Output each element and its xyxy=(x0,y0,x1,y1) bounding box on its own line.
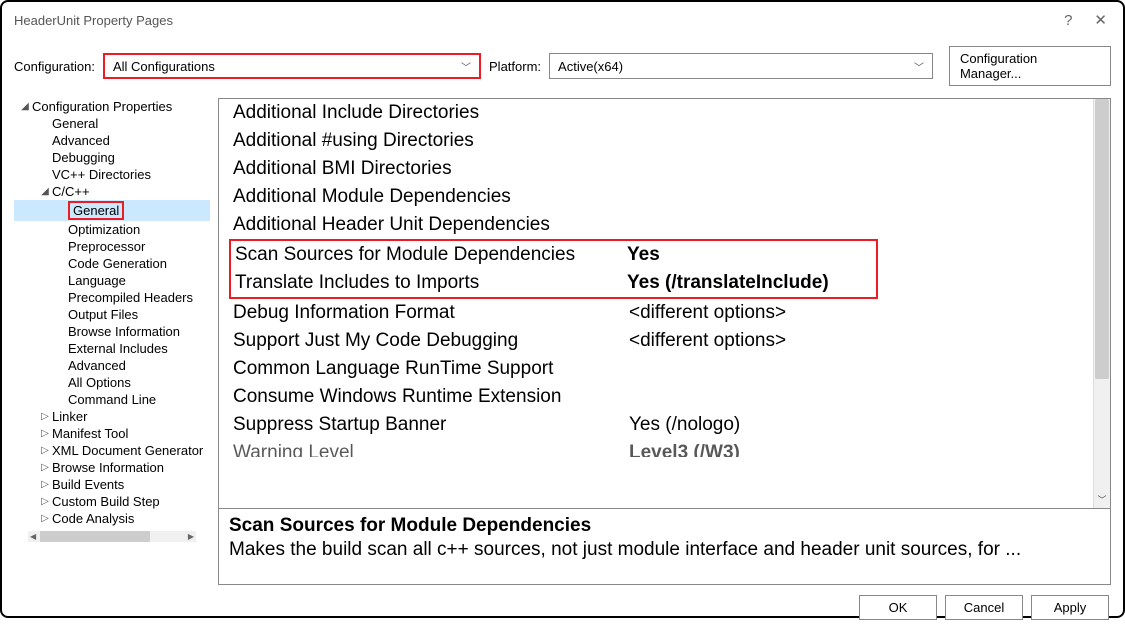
platform-dropdown[interactable]: Active(x64) ﹀ xyxy=(549,53,933,79)
description-title: Scan Sources for Module Dependencies xyxy=(229,515,1100,537)
caret-right-icon: ▷ xyxy=(38,462,52,473)
tree-ccpp-advanced[interactable]: Advanced xyxy=(14,357,210,374)
tree-ccpp-language[interactable]: Language xyxy=(14,272,210,289)
grid-row[interactable]: Suppress Startup BannerYes (/nologo) xyxy=(219,411,1110,439)
tree-ccpp-external[interactable]: External Includes xyxy=(14,340,210,357)
tree-buildevents[interactable]: ▷Build Events xyxy=(14,476,210,493)
tree-ccpp-output[interactable]: Output Files xyxy=(14,306,210,323)
highlighted-rows: Scan Sources for Module DependenciesYes … xyxy=(229,239,878,299)
tree-codeanalysis[interactable]: ▷Code Analysis xyxy=(14,510,210,527)
tree-browseinfo[interactable]: ▷Browse Information xyxy=(14,459,210,476)
scroll-right-icon[interactable]: ▶ xyxy=(186,532,196,541)
grid-row[interactable]: Additional #using Directories xyxy=(219,127,1110,155)
grid-vertical-scrollbar[interactable]: ﹀ xyxy=(1093,99,1110,508)
grid-row[interactable]: Additional Header Unit Dependencies xyxy=(219,211,1110,239)
tree-horizontal-scrollbar[interactable]: ◀ ▶ xyxy=(28,531,196,542)
scroll-down-icon[interactable]: ﹀ xyxy=(1094,491,1110,508)
tree-ccpp[interactable]: ◢C/C++ xyxy=(14,183,210,200)
grid-row[interactable]: Additional Module Dependencies xyxy=(219,183,1110,211)
grid-row[interactable]: Debug Information Format<different optio… xyxy=(219,299,1110,327)
close-icon[interactable]: ✕ xyxy=(1094,11,1107,29)
caret-right-icon: ▷ xyxy=(38,428,52,439)
tree-debugging[interactable]: Debugging xyxy=(14,149,210,166)
description-panel: Scan Sources for Module Dependencies Mak… xyxy=(219,508,1110,584)
ok-button[interactable]: OK xyxy=(859,595,937,620)
window-title: HeaderUnit Property Pages xyxy=(14,13,173,28)
tree-vcdir[interactable]: VC++ Directories xyxy=(14,166,210,183)
tree-linker[interactable]: ▷Linker xyxy=(14,408,210,425)
configuration-value: All Configurations xyxy=(113,59,215,74)
tree-ccpp-general[interactable]: General xyxy=(14,200,210,221)
grid-row-scan-sources[interactable]: Scan Sources for Module DependenciesYes xyxy=(231,241,876,269)
grid-row[interactable]: Additional BMI Directories xyxy=(219,155,1110,183)
platform-value: Active(x64) xyxy=(558,59,623,74)
grid-row[interactable]: Additional Include Directories xyxy=(219,99,1110,127)
configuration-manager-button[interactable]: Configuration Manager... xyxy=(949,46,1111,86)
titlebar-controls: ? ✕ xyxy=(1064,11,1115,29)
chevron-down-icon: ﹀ xyxy=(461,59,471,74)
configuration-dropdown[interactable]: All Configurations ﹀ xyxy=(103,53,481,79)
tree-ccpp-codegen[interactable]: Code Generation xyxy=(14,255,210,272)
footer-buttons: OK Cancel Apply xyxy=(2,585,1123,630)
tree-manifest[interactable]: ▷Manifest Tool xyxy=(14,425,210,442)
titlebar: HeaderUnit Property Pages ? ✕ xyxy=(2,2,1123,38)
grid-row[interactable]: Common Language RunTime Support xyxy=(219,355,1110,383)
caret-down-icon: ◢ xyxy=(38,186,52,197)
content-area: Additional Include Directories Additiona… xyxy=(218,98,1111,585)
tree-ccpp-optimization[interactable]: Optimization xyxy=(14,221,210,238)
apply-button[interactable]: Apply xyxy=(1031,595,1109,620)
property-grid: Additional Include Directories Additiona… xyxy=(219,99,1110,508)
caret-right-icon: ▷ xyxy=(38,513,52,524)
grid-row-translate-includes[interactable]: Translate Includes to ImportsYes (/trans… xyxy=(231,269,876,297)
caret-right-icon: ▷ xyxy=(38,479,52,490)
cancel-button[interactable]: Cancel xyxy=(945,595,1023,620)
grid-row[interactable]: Consume Windows Runtime Extension xyxy=(219,383,1110,411)
scroll-left-icon[interactable]: ◀ xyxy=(28,532,38,541)
tree-ccpp-browse[interactable]: Browse Information xyxy=(14,323,210,340)
grid-row[interactable]: Support Just My Code Debugging<different… xyxy=(219,327,1110,355)
help-icon[interactable]: ? xyxy=(1064,12,1072,29)
tree-ccpp-preprocessor[interactable]: Preprocessor xyxy=(14,238,210,255)
tree-ccpp-cmdline[interactable]: Command Line xyxy=(14,391,210,408)
tree-ccpp-precomp[interactable]: Precompiled Headers xyxy=(14,289,210,306)
tree-xmldoc[interactable]: ▷XML Document Generator xyxy=(14,442,210,459)
description-text: Makes the build scan all c++ sources, no… xyxy=(229,539,1100,561)
chevron-down-icon: ﹀ xyxy=(914,59,924,74)
tree-root[interactable]: ◢Configuration Properties xyxy=(14,98,210,115)
caret-right-icon: ▷ xyxy=(38,496,52,507)
caret-down-icon: ◢ xyxy=(18,101,32,112)
tree-panel: ◢Configuration Properties General Advanc… xyxy=(14,98,210,585)
scrollbar-thumb[interactable] xyxy=(1095,99,1109,379)
config-label: Configuration: xyxy=(14,59,95,74)
platform-label: Platform: xyxy=(489,59,541,74)
caret-right-icon: ▷ xyxy=(38,411,52,422)
tree-general[interactable]: General xyxy=(14,115,210,132)
main-area: ◢Configuration Properties General Advanc… xyxy=(2,98,1123,585)
tree-custombuild[interactable]: ▷Custom Build Step xyxy=(14,493,210,510)
grid-row[interactable]: Warning LevelLevel3 (/W3) xyxy=(219,439,1110,457)
tree-advanced[interactable]: Advanced xyxy=(14,132,210,149)
scrollbar-thumb[interactable] xyxy=(40,531,150,542)
config-bar: Configuration: All Configurations ﹀ Plat… xyxy=(2,38,1123,98)
caret-right-icon: ▷ xyxy=(38,445,52,456)
tree-ccpp-allopts[interactable]: All Options xyxy=(14,374,210,391)
